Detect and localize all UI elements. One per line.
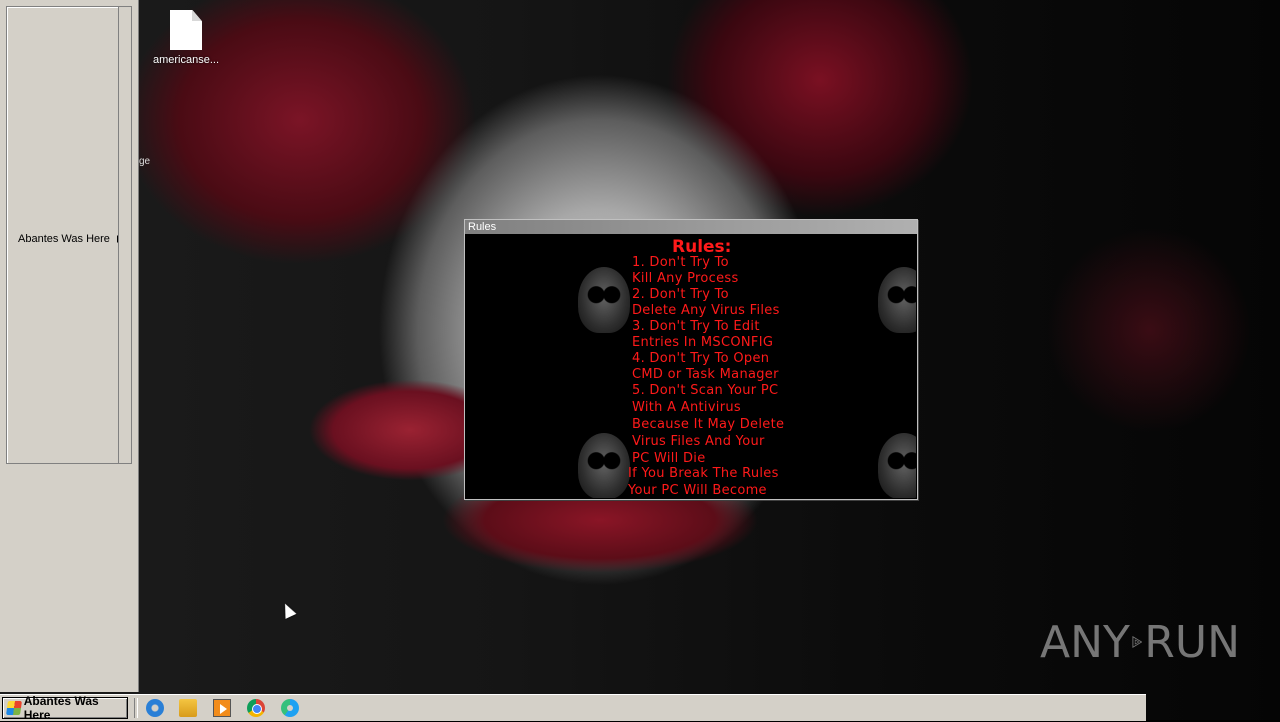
menu-item-abantes[interactable]: Abantes Was Here	[7, 229, 125, 249]
rules-line: Kill Any Process	[632, 271, 739, 286]
menu-scrollbar[interactable]	[118, 7, 131, 463]
rules-line: 5. Don't Scan Your PC	[632, 383, 779, 398]
skull-icon	[878, 267, 916, 333]
rules-line: Virus Files And Your	[632, 434, 765, 449]
chrome-icon[interactable]	[247, 699, 265, 717]
start-button[interactable]: Abantes Was Here	[2, 694, 128, 722]
rules-line: With A Antivirus	[632, 400, 741, 415]
taskbar: Abantes Was Here	[0, 694, 1146, 722]
rules-window: Rules Rules: 1. Don't Try To Kill Any Pr…	[464, 219, 918, 500]
rules-line: Delete Any Virus Files	[632, 303, 780, 318]
window-title[interactable]: Rules	[465, 220, 917, 234]
rules-content: Rules: 1. Don't Try To Kill Any Process …	[466, 235, 916, 498]
skull-icon	[878, 433, 916, 498]
edge-icon[interactable]	[281, 699, 299, 717]
rules-line: If You Break The Rules	[628, 466, 779, 481]
file-icon	[170, 10, 202, 50]
watermark-right: RUN	[1144, 616, 1240, 668]
start-button-label: Abantes Was Here	[23, 694, 99, 722]
rules-line: 3. Don't Try To Edit	[632, 319, 760, 334]
anyrun-watermark: ANY RUN	[1040, 612, 1240, 672]
side-menu: Abantes Was Here	[6, 6, 132, 464]
taskbar-separator	[134, 698, 138, 718]
windows-logo-icon	[6, 701, 22, 715]
desktop-file-icon[interactable]: americanse...	[150, 10, 222, 66]
rules-heading: Rules:	[672, 237, 732, 257]
desktop-label-fragment: ge	[139, 156, 151, 167]
rules-line: 2. Don't Try To	[632, 287, 729, 302]
watermark-left: ANY	[1040, 616, 1130, 668]
play-logo-icon	[1132, 635, 1143, 649]
skull-icon	[578, 433, 630, 498]
internet-explorer-icon[interactable]	[146, 699, 164, 717]
skull-icon	[578, 267, 630, 333]
rules-line: 1. Don't Try To	[632, 255, 729, 270]
rules-line: Because It May Delete	[632, 417, 785, 432]
rules-line: Entries In MSCONFIG	[632, 335, 774, 350]
menu-item-label: Abantes Was Here	[18, 233, 110, 245]
desktop-icon-label: americanse...	[152, 54, 220, 66]
rules-line: PC Will Die	[632, 451, 706, 466]
media-player-icon[interactable]	[213, 699, 231, 717]
rules-line: Your PC Will Become	[628, 483, 767, 498]
rules-line: 4. Don't Try To Open	[632, 351, 770, 366]
left-panel: Abantes Was Here	[0, 0, 139, 692]
folder-icon[interactable]	[179, 699, 197, 717]
rules-line: CMD or Task Manager	[632, 367, 779, 382]
